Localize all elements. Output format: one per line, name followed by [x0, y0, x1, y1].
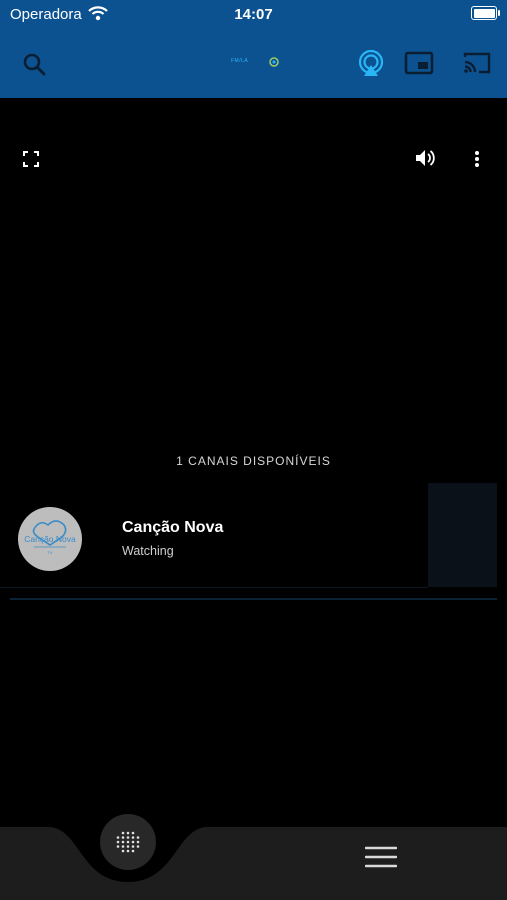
app-logo: FM/LA: [231, 58, 249, 64]
app-logo-mark: [268, 56, 280, 70]
channel-list-item[interactable]: Canção Nova TV Canção Nova Watching: [0, 483, 507, 587]
channel-status: Watching: [122, 544, 174, 558]
cast-icon[interactable]: [462, 50, 492, 81]
menu-icon[interactable]: [364, 846, 398, 873]
toolbar: FM/LA: [0, 30, 507, 98]
channel-name: Canção Nova: [122, 519, 224, 536]
grid-dots-icon: [116, 831, 140, 853]
grid-dots-button[interactable]: [100, 814, 156, 870]
more-vertical-icon[interactable]: [474, 150, 480, 173]
bottom-nav: [0, 810, 507, 900]
status-time: 14:07: [234, 6, 273, 23]
row-progress-line: [10, 598, 497, 600]
row-divider: [0, 587, 428, 588]
row-action-area: [428, 483, 497, 587]
volume-icon[interactable]: [414, 148, 436, 173]
video-player[interactable]: [0, 98, 507, 428]
channel-logo-sub: TV: [47, 550, 52, 555]
search-icon[interactable]: [22, 52, 48, 83]
battery-icon: [471, 6, 500, 20]
fullscreen-icon[interactable]: [23, 151, 39, 172]
status-bar: Operadora 14:07: [0, 0, 507, 30]
airplay-icon[interactable]: [358, 49, 384, 83]
picture-in-picture-icon[interactable]: [404, 50, 434, 81]
channel-logo: Canção Nova TV: [18, 507, 82, 571]
channel-logo-text: Canção Nova: [24, 534, 76, 544]
channels-count-label: 1 CANAIS DISPONÍVEIS: [176, 454, 331, 468]
